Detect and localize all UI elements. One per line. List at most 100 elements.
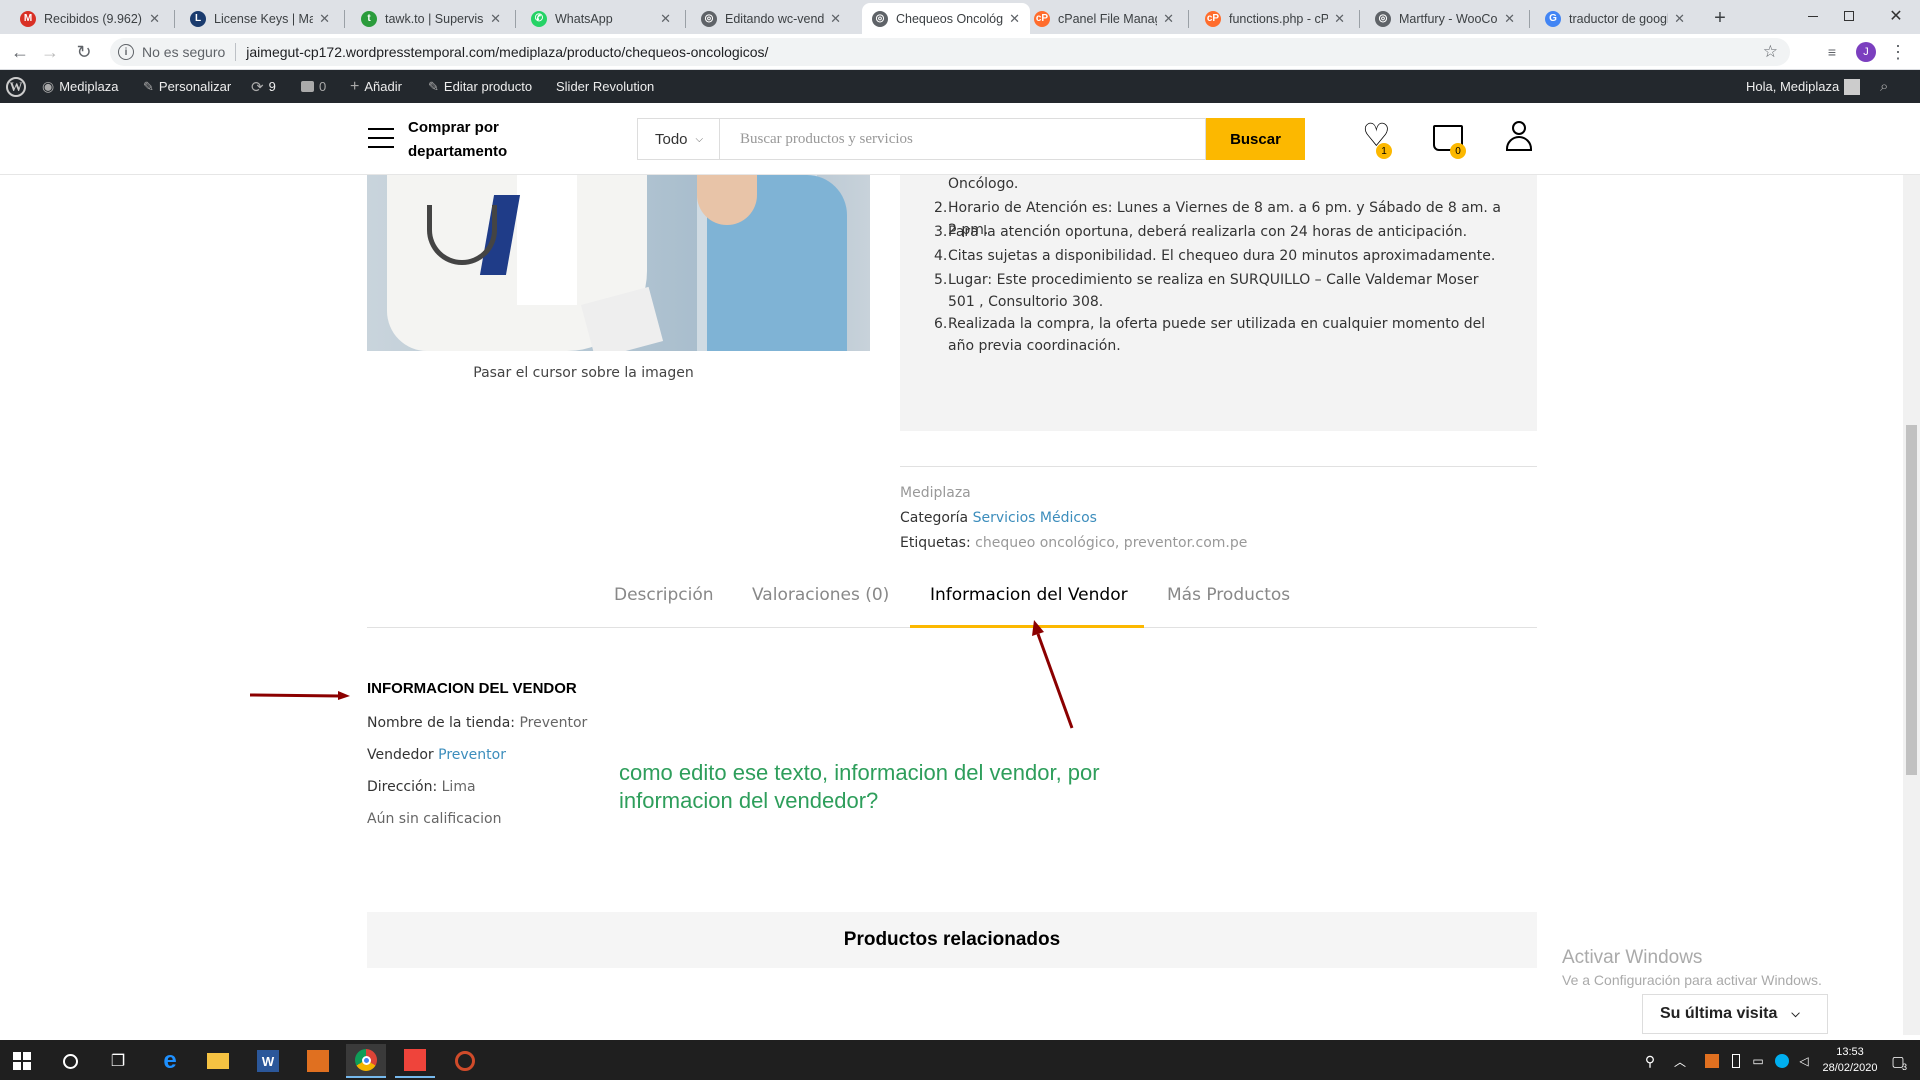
wp-customize-link[interactable]: ✎ Personalizar (143, 70, 231, 103)
browser-tab[interactable]: ◎ Martfury - WooCom ✕ (1365, 3, 1525, 34)
close-tab-icon[interactable]: ✕ (149, 11, 160, 27)
vendor-seller-link[interactable]: Preventor (438, 747, 506, 763)
browser-tab[interactable]: cP cPanel File Manage ✕ (1024, 3, 1184, 34)
page-scrollbar[interactable] (1903, 175, 1920, 1035)
wp-account-link[interactable]: Hola, Mediplaza (1746, 70, 1861, 103)
tab-description[interactable]: Descripción (614, 585, 714, 627)
product-image[interactable] (367, 175, 870, 351)
category-link[interactable]: Servicios Médicos (973, 510, 1097, 526)
condition-text: Citas sujetas a disponibilidad. El chequ… (948, 248, 1496, 264)
omnibox[interactable]: i No es seguro jaimegut-cp172.wordpresst… (110, 38, 1790, 66)
wp-search-icon[interactable]: ⌕ (1880, 70, 1888, 103)
tab-separator (344, 10, 345, 28)
tab-title: cPanel File Manage (1058, 11, 1157, 26)
close-tab-icon[interactable]: ✕ (1163, 11, 1174, 27)
condition-number: 4. (934, 248, 948, 264)
category-select[interactable]: Todo ⌵ (637, 118, 719, 160)
search-icon[interactable] (50, 1044, 90, 1078)
app-ring-icon[interactable] (445, 1044, 485, 1078)
search-button[interactable]: Buscar (1206, 118, 1305, 160)
shop-by-department[interactable]: Comprar por departamento (408, 116, 507, 164)
restore-button[interactable] (1826, 0, 1872, 32)
globe-icon: ◎ (872, 10, 888, 27)
condition-number: 5. (934, 272, 948, 288)
tray-skype-icon[interactable] (1770, 1044, 1794, 1078)
wishlist-badge: 1 (1376, 143, 1392, 159)
reading-list-icon[interactable]: ≡ (1820, 40, 1844, 64)
condition-item: 3. Para la atención oportuna, deberá real… (934, 221, 1508, 243)
close-tab-icon[interactable]: ✕ (490, 11, 501, 27)
wp-site-link[interactable]: ◉ Mediplaza (42, 70, 118, 103)
wp-new-link[interactable]: + Añadir (350, 70, 402, 103)
license-keys-icon: L (190, 10, 206, 27)
back-button[interactable]: ← (8, 40, 32, 64)
vendor-seller: Vendedor Preventor (367, 747, 506, 763)
browser-tab[interactable]: ✆ WhatsApp ✕ (521, 3, 681, 34)
start-windows-icon[interactable] (2, 1044, 42, 1078)
url-text[interactable]: jaimegut-cp172.wordpresstemporal.com/med… (246, 44, 768, 60)
tab-reviews[interactable]: Valoraciones (0) (752, 585, 889, 627)
annotation-arrow-left (249, 685, 350, 700)
anydesk-icon[interactable] (395, 1044, 435, 1078)
wp-updates-link[interactable]: ⟳ 9 (251, 70, 276, 103)
browser-tab[interactable]: L License Keys | Maxh ✕ (180, 3, 340, 34)
close-tab-icon[interactable]: ✕ (660, 11, 671, 27)
tray-chevron-icon[interactable]: ︿ (1668, 1044, 1692, 1078)
notifications-icon[interactable]: ▢ (1878, 1044, 1918, 1078)
wordpress-logo-icon[interactable]: W (6, 70, 26, 103)
task-view-icon[interactable]: ❐ (98, 1044, 138, 1078)
app-grid-icon[interactable] (298, 1044, 338, 1078)
wp-slider-link[interactable]: Slider Revolution (556, 70, 654, 103)
network-icon[interactable]: ▭ (1746, 1044, 1770, 1078)
profile-avatar[interactable]: J (1856, 42, 1876, 62)
browser-menu-icon[interactable]: ⋮ (1886, 40, 1910, 64)
close-tab-icon[interactable]: ✕ (830, 11, 841, 27)
search-input[interactable]: Buscar productos y servicios (719, 118, 1206, 160)
browser-tab[interactable]: ◎ Editando wc-vendo ✕ (691, 3, 851, 34)
tab-more-products[interactable]: Más Productos (1167, 585, 1290, 627)
close-tab-icon[interactable]: ✕ (319, 11, 330, 27)
tray-app-icon[interactable] (1700, 1044, 1724, 1078)
browser-tab[interactable]: ◎ Chequeos Oncológ ✕ (862, 3, 1030, 34)
browser-tab[interactable]: cP functions.php - cPa ✕ (1195, 3, 1355, 34)
battery-icon[interactable] (1724, 1044, 1748, 1078)
people-icon[interactable]: ⚲ (1630, 1044, 1670, 1078)
vendor-rating: Aún sin calificacion (367, 811, 502, 827)
security-label[interactable]: No es seguro (142, 44, 225, 60)
chrome-icon[interactable] (346, 1044, 386, 1078)
file-explorer-icon[interactable] (198, 1044, 238, 1078)
browser-tab[interactable]: Gtraductor de googl ✕ (1535, 3, 1695, 34)
close-tab-icon[interactable]: ✕ (1674, 11, 1685, 27)
bookmark-star-icon[interactable]: ☆ (1763, 42, 1778, 62)
wp-comments-link[interactable]: 0 (301, 70, 326, 103)
forward-button[interactable]: → (38, 40, 62, 64)
info-icon[interactable]: i (118, 44, 134, 60)
tags-link[interactable]: chequeo oncológico, preventor.com.pe (975, 535, 1247, 551)
last-visit-button[interactable]: Su última visita ⌵ (1642, 994, 1828, 1034)
product-vendor-name: Mediplaza (900, 485, 971, 501)
condition-item: 6. Realizada la compra, la oferta puede s… (934, 313, 1508, 357)
close-tab-icon[interactable]: ✕ (1504, 11, 1515, 27)
browser-tab[interactable]: M Recibidos (9.962) - ✕ (10, 3, 170, 34)
browser-tab[interactable]: t tawk.to | Supervisar ✕ (351, 3, 511, 34)
tab-vendor-info[interactable]: Informacion del Vendor (930, 585, 1128, 627)
notification-count: 3 (1902, 1062, 1908, 1072)
omnibox-divider (235, 43, 237, 61)
close-tab-icon[interactable]: ✕ (1334, 11, 1345, 27)
scrollbar-thumb[interactable] (1906, 425, 1917, 775)
reload-button[interactable]: ↻ (72, 40, 96, 64)
close-window-button[interactable]: ✕ (1872, 0, 1920, 32)
user-account-icon[interactable] (1504, 121, 1534, 153)
globe-icon: ◎ (701, 10, 717, 27)
edge-browser-icon[interactable]: e (150, 1044, 190, 1078)
word-icon[interactable]: W (248, 1044, 288, 1078)
annotation-text: como edito ese texto, informacion del ve… (619, 760, 1100, 813)
site-header: Comprar por departamento Todo ⌵ Buscar p… (0, 103, 1920, 175)
globe-icon: ◎ (1375, 10, 1391, 27)
hamburger-menu-icon[interactable] (368, 128, 394, 148)
wp-edit-product-link[interactable]: ✎ Editar producto (428, 70, 532, 103)
cpanel-icon: cP (1205, 10, 1221, 27)
new-tab-button[interactable]: + (1708, 6, 1732, 30)
close-tab-icon[interactable]: ✕ (1009, 11, 1020, 27)
tab-separator (685, 10, 686, 28)
